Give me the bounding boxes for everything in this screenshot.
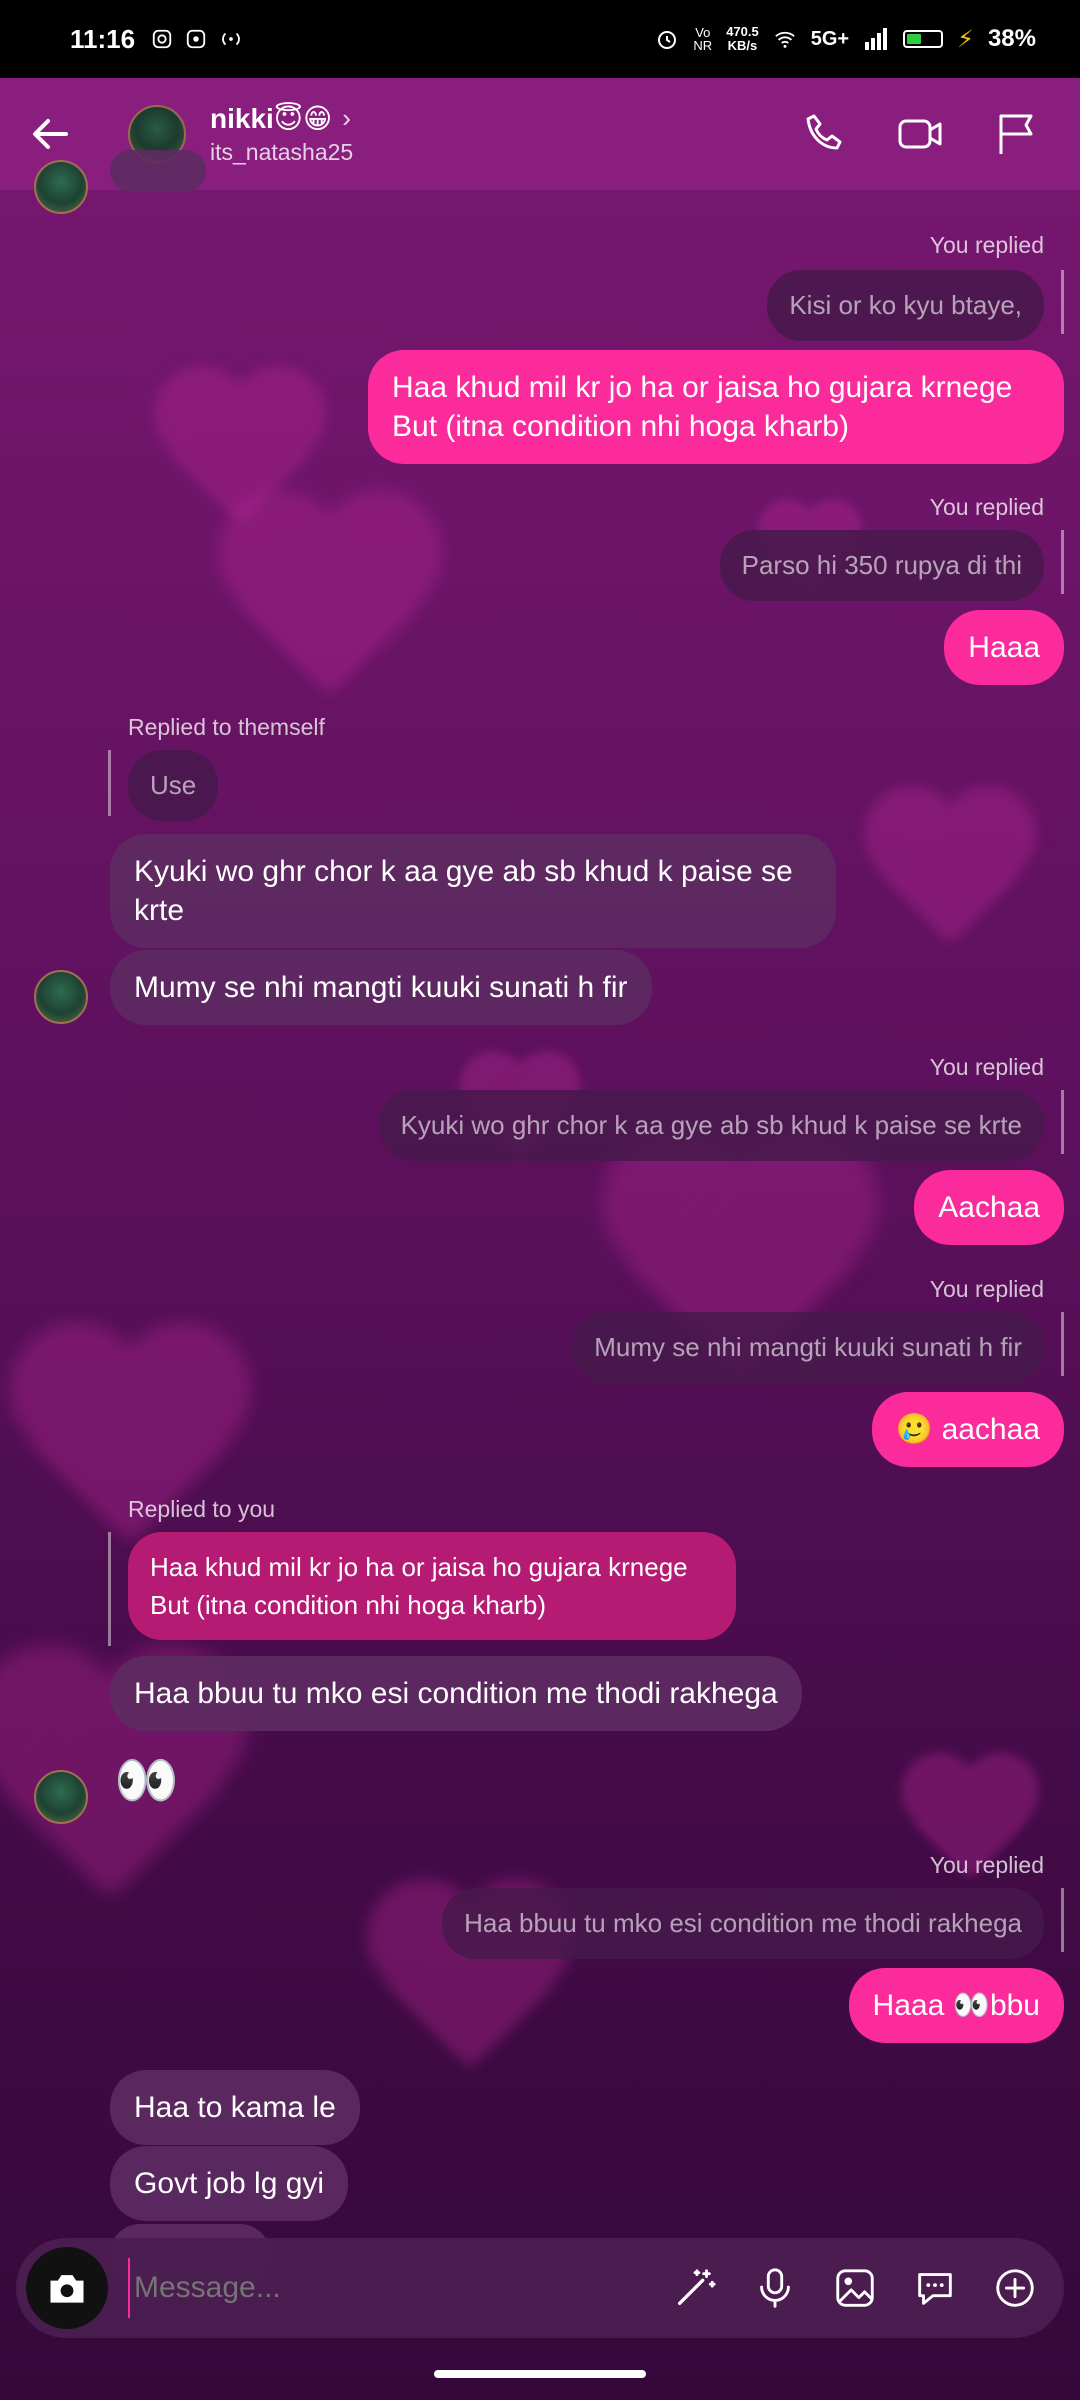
reply-label: You replied bbox=[929, 1852, 1044, 1878]
quote-bar bbox=[108, 750, 111, 816]
network-speed: 470.5 KB/s bbox=[726, 25, 759, 53]
quote-bar bbox=[1061, 530, 1064, 594]
message-bubble-outgoing[interactable]: Haa khud mil kr jo ha or jaisa ho gujara… bbox=[368, 350, 1064, 464]
battery-icon bbox=[903, 30, 944, 48]
message-list[interactable]: You replied Kisi or ko kyu btaye, Haa kh… bbox=[0, 150, 1080, 2284]
gallery-icon[interactable] bbox=[832, 2265, 878, 2311]
quote-bar bbox=[1061, 270, 1064, 334]
message-composer bbox=[16, 2238, 1064, 2338]
quoted-message[interactable]: Haa bbuu tu mko esi condition me thodi r… bbox=[442, 1888, 1044, 1959]
camera-button[interactable] bbox=[26, 2247, 108, 2329]
reply-label: You replied bbox=[929, 1276, 1044, 1302]
volte-icon: Vo NR bbox=[693, 25, 713, 53]
header-actions bbox=[800, 110, 1040, 158]
back-arrow-icon bbox=[33, 119, 68, 149]
quoted-message[interactable]: Haa khud mil kr jo ha or jaisa ho gujara… bbox=[128, 1532, 736, 1640]
composer-tools bbox=[672, 2265, 1038, 2311]
network-type: 5G+ bbox=[810, 27, 850, 50]
reply-label: Replied to you bbox=[128, 1496, 276, 1522]
message-bubble-outgoing[interactable]: 🥲 aachaa bbox=[871, 1392, 1064, 1467]
contact-name: nikki😇😁 bbox=[210, 103, 333, 134]
sender-avatar[interactable] bbox=[34, 1770, 88, 1824]
quote-bar bbox=[1061, 1312, 1064, 1376]
instagram-icon bbox=[152, 29, 172, 49]
gesture-nav-bar[interactable] bbox=[434, 2370, 646, 2378]
battery-percent: 38% bbox=[987, 25, 1036, 52]
message-bubble-outgoing[interactable]: Haaa bbox=[944, 610, 1064, 685]
hotspot-icon bbox=[222, 32, 240, 46]
message-bubble-incoming[interactable]: Mumy se nhi mangti kuuki sunati h fir bbox=[110, 950, 652, 1025]
microphone-icon[interactable] bbox=[752, 2265, 798, 2311]
camera-icon bbox=[50, 2275, 84, 2303]
reply-label: Replied to themself bbox=[128, 714, 325, 740]
flag-icon[interactable] bbox=[992, 110, 1040, 158]
contact-username: its_natasha25 bbox=[210, 139, 354, 165]
quoted-message[interactable]: Parso hi 350 rupya di thi bbox=[719, 530, 1044, 601]
phone-icon[interactable] bbox=[800, 110, 848, 158]
quote-bar bbox=[1061, 1888, 1064, 1952]
sender-avatar[interactable] bbox=[34, 970, 88, 1024]
alarm-icon bbox=[658, 31, 677, 49]
quoted-message[interactable]: Mumy se nhi mangti kuuki sunati h fir bbox=[572, 1312, 1044, 1383]
status-right-icons: Vo NR 470.5 KB/s 5G+ ⚡ 38% bbox=[655, 25, 1036, 54]
quote-bar bbox=[108, 1532, 111, 1646]
chat-screen: 11:16 VoNR 470.5KB/s 5G+ ⚡ 38% nikki😇😁 bbox=[0, 0, 1080, 2400]
reply-label: You replied bbox=[929, 232, 1044, 258]
quote-bar bbox=[1061, 1090, 1064, 1154]
message-bubble-outgoing[interactable]: Aachaa bbox=[914, 1170, 1064, 1245]
reply-label: You replied bbox=[929, 1054, 1044, 1080]
status-time: 11:16 bbox=[70, 23, 136, 54]
sender-avatar[interactable] bbox=[34, 160, 88, 214]
quoted-message[interactable]: Kisi or ko kyu btaye, bbox=[767, 270, 1044, 341]
message-bubble-incoming[interactable]: Kyuki wo ghr chor k aa gye ab sb khud k … bbox=[110, 834, 836, 948]
quoted-message[interactable]: Use bbox=[128, 750, 219, 821]
video-icon[interactable] bbox=[896, 110, 944, 158]
reply-label: You replied bbox=[929, 494, 1044, 520]
network-speed-unit: KB/s bbox=[727, 38, 758, 53]
app-notification-icon bbox=[186, 29, 206, 49]
magic-wand-icon[interactable] bbox=[672, 2265, 718, 2311]
message-input[interactable] bbox=[128, 2258, 672, 2318]
contact-name-row[interactable]: nikki😇😁 › bbox=[210, 102, 353, 135]
contact-info[interactable]: nikki😇😁 › its_natasha25 bbox=[210, 102, 353, 166]
network-speed-value: 470.5 bbox=[726, 24, 759, 39]
message-bubble-incoming[interactable] bbox=[110, 150, 206, 192]
quoted-message[interactable]: Kyuki wo ghr chor k aa gye ab sb khud k … bbox=[378, 1090, 1044, 1161]
sticker-chat-icon[interactable] bbox=[912, 2265, 958, 2311]
chevron-right-icon: › bbox=[342, 103, 351, 133]
message-bubble-incoming[interactable]: Haa bbuu tu mko esi condition me thodi r… bbox=[110, 1656, 802, 1731]
signal-icon bbox=[865, 28, 888, 50]
status-notification-icons bbox=[151, 28, 243, 50]
message-bubble-incoming[interactable]: Haa to kama le bbox=[110, 2070, 360, 2145]
message-bubble-incoming[interactable]: Govt job lg gyi bbox=[110, 2146, 349, 2221]
charging-icon: ⚡ bbox=[957, 25, 974, 53]
message-bubble-outgoing[interactable]: Haaa 👀bbu bbox=[848, 1968, 1064, 2043]
plus-circle-icon[interactable] bbox=[992, 2265, 1038, 2311]
wifi-icon bbox=[774, 31, 795, 48]
emoji-message[interactable]: 👀 bbox=[114, 1750, 179, 1811]
status-bar: 11:16 Vo NR 470.5 KB/s 5G+ ⚡ 38% bbox=[0, 0, 1080, 78]
